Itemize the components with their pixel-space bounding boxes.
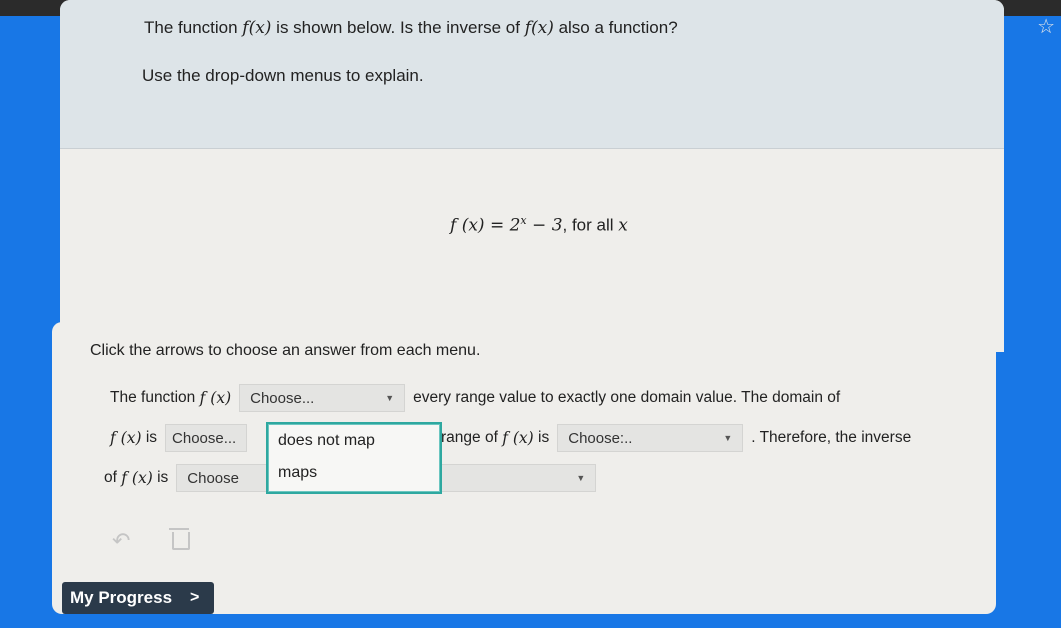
chevron-down-icon: ▼ [576, 473, 586, 483]
dropdown-options-list[interactable]: does not map maps [266, 422, 442, 494]
chevron-down-icon: ▼ [385, 393, 395, 403]
trash-icon[interactable] [169, 528, 190, 550]
mapping-select[interactable]: Choose... ▼ [239, 384, 406, 412]
option-does-not-map[interactable]: does not map [278, 432, 375, 450]
domain-select[interactable]: Choose... [165, 424, 248, 452]
instructions-text: Click the arrows to choose an answer fro… [90, 342, 481, 359]
range-select[interactable]: Choose:.. ▼ [557, 424, 744, 452]
chevron-right-icon: > [190, 589, 200, 606]
answer-row-1: The function f (x) Choose... ▼ every rang… [110, 384, 840, 412]
undo-icon[interactable]: ↶ [112, 528, 130, 554]
bookmark-star-icon[interactable]: ☆ [1037, 14, 1055, 39]
question-subtext: Use the drop-down menus to explain. [142, 66, 424, 85]
answer-card: Click the arrows to choose an answer fro… [52, 322, 996, 614]
function-equation: f (x) = 2x − 3, for all x [450, 214, 628, 236]
chevron-down-icon: ▼ [723, 433, 733, 443]
question-header: The function f(x) is shown below. Is the… [60, 0, 1004, 149]
question-text: The function f(x) is shown below. Is the… [144, 18, 678, 38]
option-maps[interactable]: maps [278, 464, 317, 482]
question-card: The function f(x) is shown below. Is the… [60, 0, 1004, 352]
answer-row-2: f (x) is Choose... range of f (x) is Cho… [110, 424, 911, 452]
my-progress-button[interactable]: My Progress > [62, 582, 214, 614]
